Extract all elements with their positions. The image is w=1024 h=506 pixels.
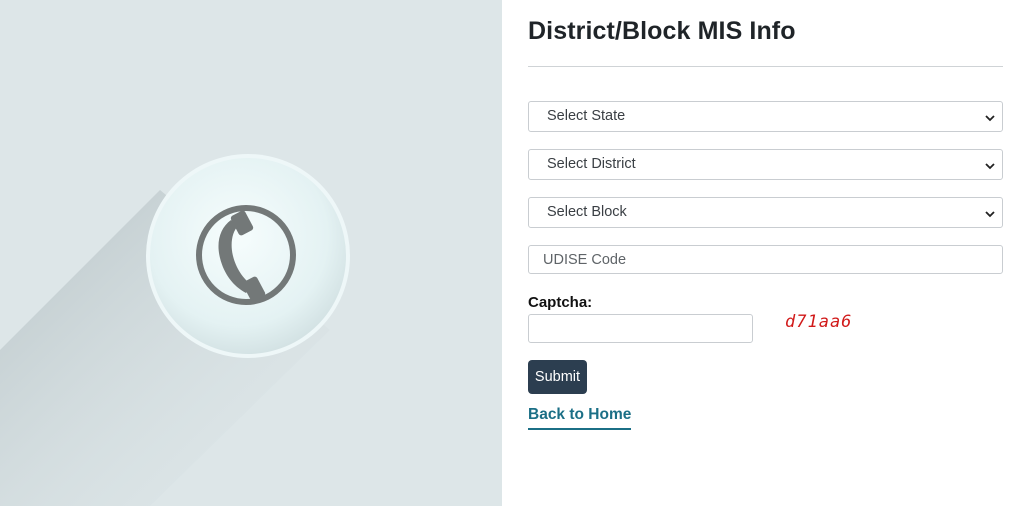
back-to-home-link[interactable]: Back to Home <box>528 406 632 430</box>
chevron-down-icon <box>985 163 995 170</box>
mis-form-panel: District/Block MIS Info Select State Sel… <box>502 0 1024 506</box>
state-select-value: Select State <box>547 108 626 124</box>
chevron-down-icon <box>985 211 995 218</box>
district-select-value: Select District <box>547 156 636 172</box>
udise-code-input[interactable] <box>528 245 1003 274</box>
block-select-value: Select Block <box>547 204 627 220</box>
phone-illustration <box>0 154 350 506</box>
state-select[interactable]: Select State <box>528 101 1003 132</box>
captcha-input[interactable] <box>528 314 753 343</box>
block-select[interactable]: Select Block <box>528 197 1003 228</box>
submit-button[interactable]: Submit <box>528 360 587 394</box>
captcha-code: d71aa6 <box>785 312 853 332</box>
chevron-down-icon <box>985 115 995 122</box>
district-select[interactable]: Select District <box>528 149 1003 180</box>
disc <box>150 158 346 354</box>
page-title: District/Block MIS Info <box>528 17 796 45</box>
contact-illustration-panel <box>0 0 502 506</box>
captcha-label: Captcha: <box>528 294 593 311</box>
title-divider <box>528 66 1003 67</box>
